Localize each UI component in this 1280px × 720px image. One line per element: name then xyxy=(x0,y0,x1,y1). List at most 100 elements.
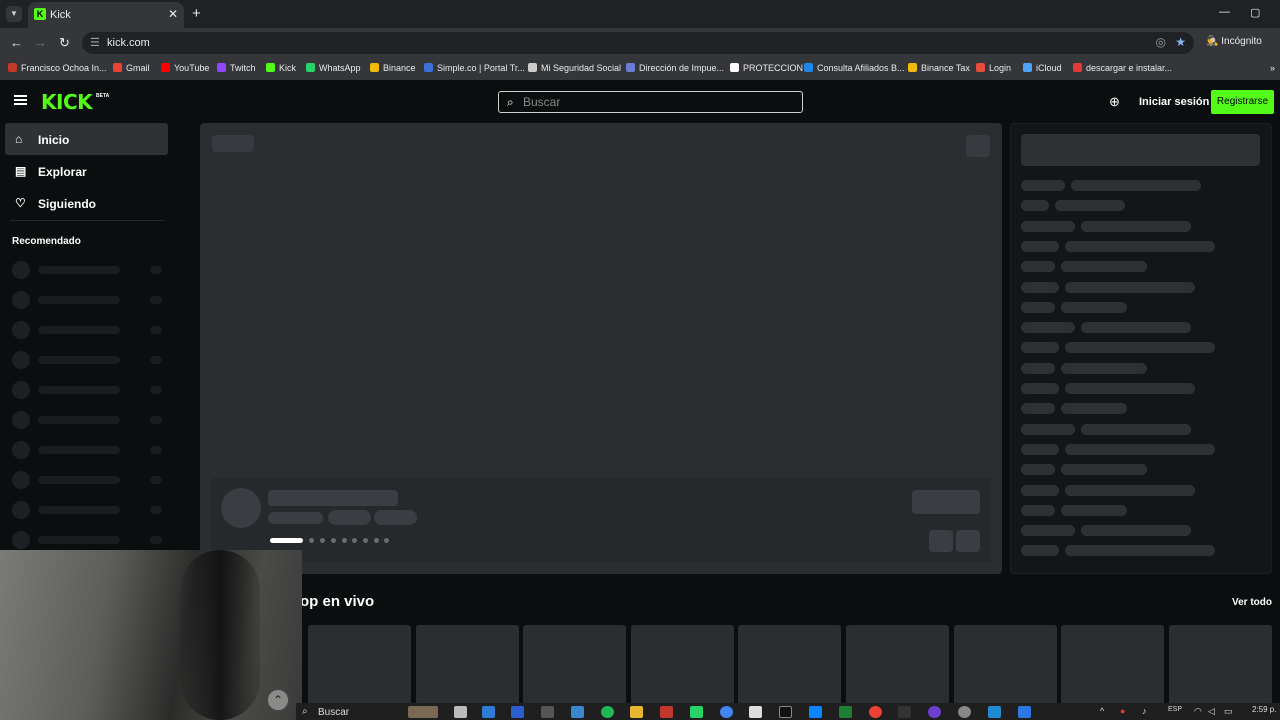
tradingview-icon[interactable] xyxy=(779,706,792,718)
live-channel-card[interactable] xyxy=(738,625,842,705)
bookmark-item[interactable]: YouTube xyxy=(161,63,209,73)
close-tab-icon[interactable]: ✕ xyxy=(168,7,178,21)
menu-icon[interactable] xyxy=(14,95,27,105)
carousel-dot[interactable] xyxy=(374,538,379,543)
login-button[interactable]: Iniciar sesión xyxy=(1139,96,1209,108)
bookmark-item[interactable]: Mi Seguridad Social xyxy=(528,63,621,73)
bookmark-item[interactable]: Dirección de Impue... xyxy=(626,63,724,73)
skeleton-tag xyxy=(328,510,371,525)
bookmark-star-icon[interactable]: ★ xyxy=(1175,35,1186,49)
bookmark-item[interactable]: Binance Tax xyxy=(908,63,970,73)
app-icon[interactable] xyxy=(511,706,524,718)
wifi-icon[interactable]: ◠ xyxy=(1194,706,1202,717)
bookmark-label: Login xyxy=(989,63,1012,73)
app-icon[interactable] xyxy=(571,706,584,718)
chevron-up-icon[interactable]: ⌃ xyxy=(266,688,290,712)
carousel-prev-button[interactable] xyxy=(929,530,953,552)
kick-logo[interactable]: KICK xyxy=(41,90,93,114)
bookmark-item[interactable]: Twitch xyxy=(217,63,256,73)
incognito-indicator[interactable]: 🕵 Incógnito xyxy=(1206,36,1262,47)
app-icon[interactable] xyxy=(1018,706,1031,718)
bookmark-item[interactable]: Francisco Ochoa In... xyxy=(8,63,107,73)
chrome-icon[interactable] xyxy=(869,706,882,718)
app-icon[interactable] xyxy=(988,706,1001,718)
obs-icon[interactable] xyxy=(958,706,971,718)
live-channel-card[interactable] xyxy=(846,625,949,705)
live-channel-card[interactable] xyxy=(953,625,1057,705)
bookmark-item[interactable]: PROTECCION xyxy=(730,63,803,73)
tab-search-icon[interactable]: ▼ xyxy=(6,6,22,22)
site-info-icon[interactable]: ☰ xyxy=(90,36,100,49)
bookmark-item[interactable]: iCloud xyxy=(1023,63,1062,73)
folder-icon[interactable] xyxy=(630,706,643,718)
live-channel-card[interactable] xyxy=(415,625,519,705)
skeleton-chat-header xyxy=(1021,134,1260,166)
back-icon[interactable]: ← xyxy=(10,35,23,50)
maximize-icon[interactable]: ▢ xyxy=(1250,6,1260,19)
bookmark-item[interactable]: Gmail xyxy=(113,63,150,73)
volume-icon[interactable]: ◁ xyxy=(1208,706,1215,717)
forward-icon[interactable]: → xyxy=(34,35,47,50)
reload-icon[interactable]: ↻ xyxy=(59,35,70,51)
battery-icon[interactable]: ▭ xyxy=(1224,706,1233,717)
bookmark-item[interactable]: Consulta Afiliados B... xyxy=(804,63,905,73)
app-icon[interactable] xyxy=(898,706,911,718)
taskview-icon[interactable] xyxy=(454,706,467,718)
carousel-dot[interactable] xyxy=(342,538,347,543)
excel-icon[interactable] xyxy=(839,706,852,718)
sidebar-item-explorar[interactable]: ▤ Explorar xyxy=(5,155,168,187)
language-indicator[interactable]: ESP xyxy=(1168,706,1182,713)
address-bar[interactable]: ☰ kick.com ◎ ★ xyxy=(82,32,1194,54)
featured-stream-player[interactable] xyxy=(200,123,1002,574)
sidebar-item-inicio[interactable]: ⌂ Inicio xyxy=(5,123,168,155)
chrome-icon[interactable] xyxy=(720,706,733,718)
bookmark-item[interactable]: Simple.co | Portal Tr... xyxy=(424,63,525,73)
tray-app-icon[interactable]: ● xyxy=(1120,706,1125,716)
bookmark-item[interactable]: Binance xyxy=(370,63,416,73)
spotify-icon[interactable] xyxy=(601,706,614,718)
carousel-dot[interactable] xyxy=(363,538,368,543)
edge-icon[interactable] xyxy=(809,706,822,718)
register-button[interactable]: Registrarse xyxy=(1211,90,1274,114)
taskbar-search-icon[interactable]: ⌕ xyxy=(302,706,308,717)
language-globe-icon[interactable]: ⊕ xyxy=(1109,94,1120,110)
skeleton-count xyxy=(150,326,162,334)
live-channel-card[interactable] xyxy=(1061,625,1165,705)
minimize-icon[interactable]: — xyxy=(1219,6,1230,18)
bookmark-item[interactable]: Kick xyxy=(266,63,296,73)
live-channel-card[interactable] xyxy=(630,625,734,705)
live-channel-card[interactable] xyxy=(308,625,411,705)
taskbar-search-label[interactable]: Buscar xyxy=(318,707,349,718)
tray-chevron-icon[interactable]: ^ xyxy=(1100,706,1104,716)
app-icon[interactable] xyxy=(749,706,762,718)
carousel-dot[interactable] xyxy=(352,538,357,543)
bookmark-item[interactable]: WhatsApp xyxy=(306,63,361,73)
new-tab-icon[interactable]: + xyxy=(192,5,201,22)
app-icon[interactable] xyxy=(660,706,673,718)
search-box[interactable]: ⌕ xyxy=(498,91,803,113)
bookmark-item[interactable]: Login xyxy=(976,63,1011,73)
carousel-dot[interactable] xyxy=(309,538,314,543)
clock[interactable]: 2:59 p. xyxy=(1252,705,1276,714)
live-channel-card[interactable] xyxy=(523,625,627,705)
skeleton-badge xyxy=(212,135,254,152)
see-all-link[interactable]: Ver todo xyxy=(1232,597,1272,608)
whatsapp-icon[interactable] xyxy=(690,706,703,718)
search-input[interactable] xyxy=(523,94,793,110)
carousel-dot[interactable] xyxy=(320,538,325,543)
carousel-dot[interactable] xyxy=(331,538,336,543)
sidebar-item-siguiendo[interactable]: ♡ Siguiendo xyxy=(5,187,168,219)
eye-off-icon[interactable]: ◎ xyxy=(1156,35,1166,49)
app-icon[interactable] xyxy=(928,706,941,718)
live-channel-card[interactable] xyxy=(1168,625,1272,705)
browser-tab[interactable]: K Kick ✕ xyxy=(28,2,184,28)
store-icon[interactable] xyxy=(482,706,495,718)
carousel-dot-active[interactable] xyxy=(270,538,303,543)
bookmark-item[interactable]: descargar e instalar... xyxy=(1073,63,1172,73)
microphone-icon[interactable]: ♪ xyxy=(1142,706,1147,716)
carousel-dot[interactable] xyxy=(384,538,389,543)
carousel-next-button[interactable] xyxy=(956,530,980,552)
app-icon[interactable] xyxy=(541,706,554,718)
more-bookmarks-icon[interactable]: » xyxy=(1270,63,1275,73)
taskbar-widget-icon[interactable] xyxy=(408,706,438,718)
